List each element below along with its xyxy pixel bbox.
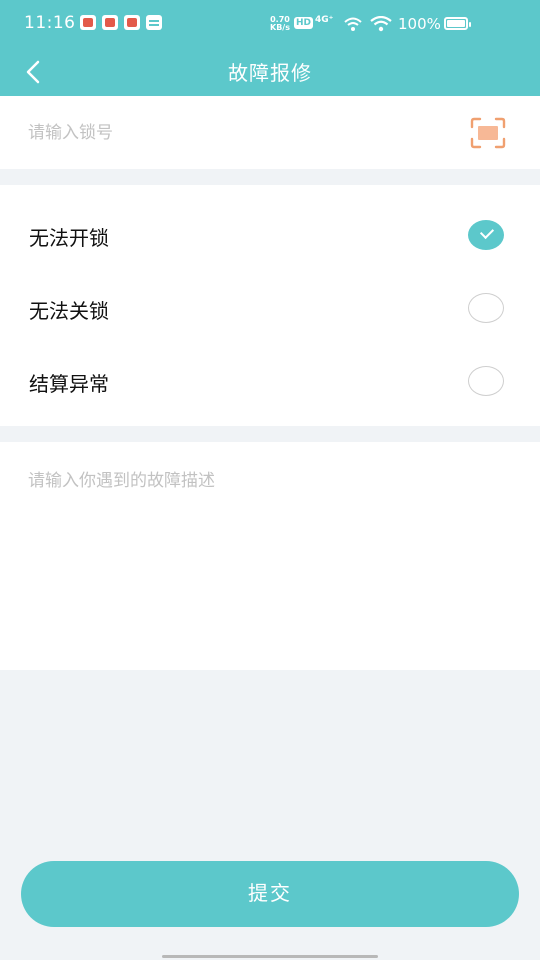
fault-option-label: 无法关锁	[29, 299, 109, 323]
app-notification-icon	[80, 15, 96, 30]
nav-bar: 故障报修	[0, 48, 540, 96]
card-notification-icon	[146, 15, 162, 30]
signal-wifi-small-icon	[344, 17, 362, 31]
wifi-icon	[370, 16, 392, 32]
status-time: 11:16	[24, 13, 76, 33]
fault-options-list: 无法开锁 无法关锁 结算异常	[0, 185, 540, 426]
message-notification-icon	[102, 15, 118, 30]
fault-option-unlock-failed[interactable]: 无法开锁	[0, 198, 540, 271]
signal-4g-icon: 4G⁺	[315, 15, 334, 25]
fault-description-panel	[0, 442, 540, 670]
scan-button[interactable]	[470, 117, 506, 149]
fault-option-radio-checked[interactable]	[468, 220, 504, 250]
fault-option-label: 结算异常	[29, 372, 109, 396]
hd-badge: HD	[294, 17, 314, 29]
net-speed: 0.70 KB/s	[270, 16, 290, 32]
fault-option-billing-error[interactable]: 结算异常	[0, 344, 540, 417]
battery-icon	[444, 17, 471, 30]
battery-percent: 100%	[398, 15, 441, 33]
scan-frame-icon	[478, 126, 498, 140]
submit-button[interactable]: 提交	[21, 861, 519, 927]
fault-option-label: 无法开锁	[29, 226, 109, 250]
fault-option-radio[interactable]	[468, 366, 504, 396]
lock-number-input[interactable]	[28, 116, 428, 150]
status-bar: 11:16 0.70 KB/s HD 4G⁺ 100%	[0, 0, 540, 48]
lock-number-panel	[0, 96, 540, 169]
fault-option-lock-failed[interactable]: 无法关锁	[0, 271, 540, 344]
notification-icons	[80, 15, 162, 30]
fault-option-radio[interactable]	[468, 293, 504, 323]
page-title: 故障报修	[228, 61, 312, 85]
fault-description-input[interactable]	[28, 466, 512, 656]
5g-notification-icon	[124, 15, 140, 30]
net-speed-unit: KB/s	[270, 23, 290, 32]
home-indicator	[162, 955, 378, 958]
